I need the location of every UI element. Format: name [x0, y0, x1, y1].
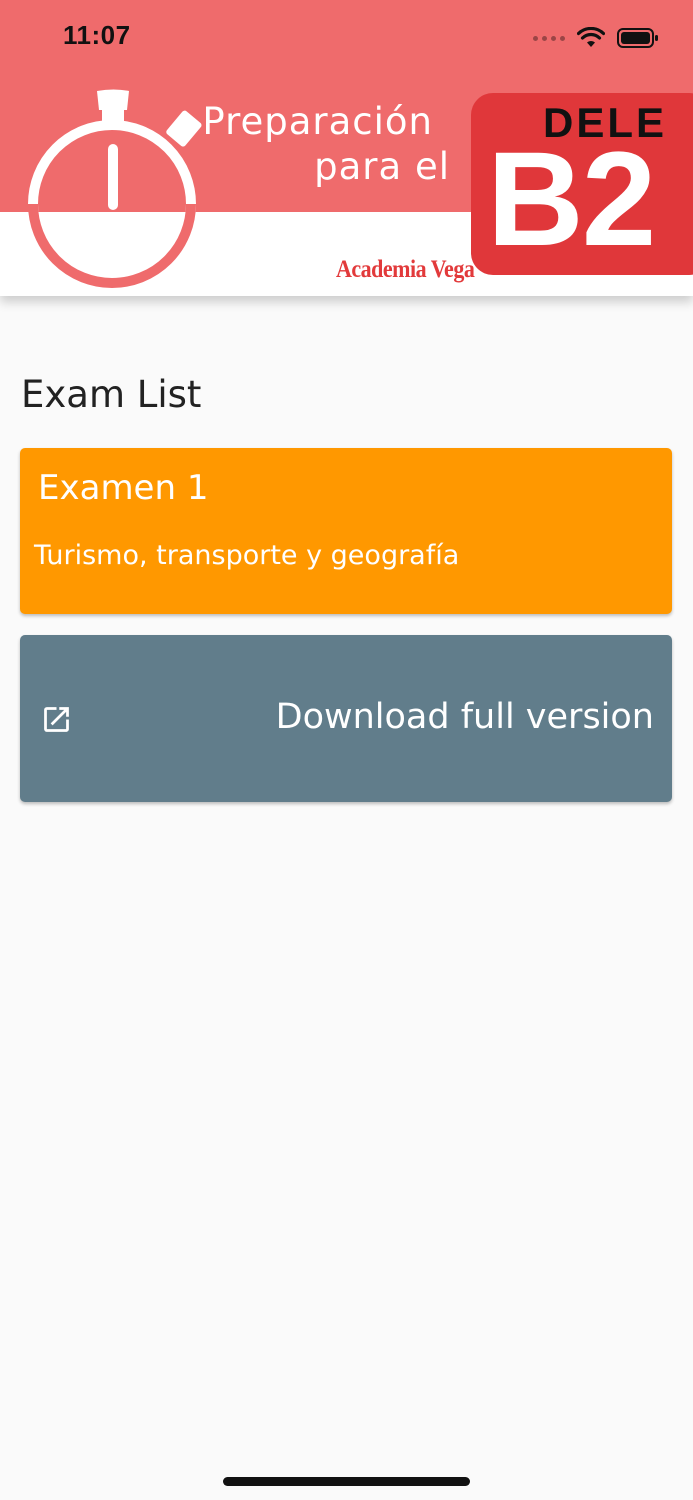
- header-line-1: Preparación: [202, 100, 433, 143]
- header-banner: 11:07 Preparación para el Academia Vega …: [0, 0, 693, 296]
- download-full-version-button[interactable]: Download full version: [20, 635, 672, 802]
- status-time: 11:07: [63, 20, 131, 50]
- page-title: Exam List: [21, 373, 202, 416]
- download-label: Download full version: [275, 697, 654, 737]
- home-indicator[interactable]: [223, 1477, 470, 1486]
- exam-subtitle: Turismo, transporte y geografía: [34, 540, 460, 571]
- exam-title: Examen 1: [38, 468, 209, 508]
- header-line-2: para el: [314, 145, 450, 188]
- stopwatch-icon: [28, 89, 202, 288]
- battery-icon: [617, 28, 658, 48]
- open-in-new-icon: [44, 707, 69, 732]
- level-label: B2: [487, 125, 656, 274]
- brand-logo-text: Academia Vega: [336, 254, 475, 283]
- wifi-icon: [577, 27, 605, 47]
- exam-card[interactable]: Examen 1 Turismo, transporte y geografía: [20, 448, 672, 614]
- signal-icon: [533, 35, 565, 41]
- dele-badge: DELE B2: [471, 93, 693, 275]
- status-icons: [533, 24, 659, 52]
